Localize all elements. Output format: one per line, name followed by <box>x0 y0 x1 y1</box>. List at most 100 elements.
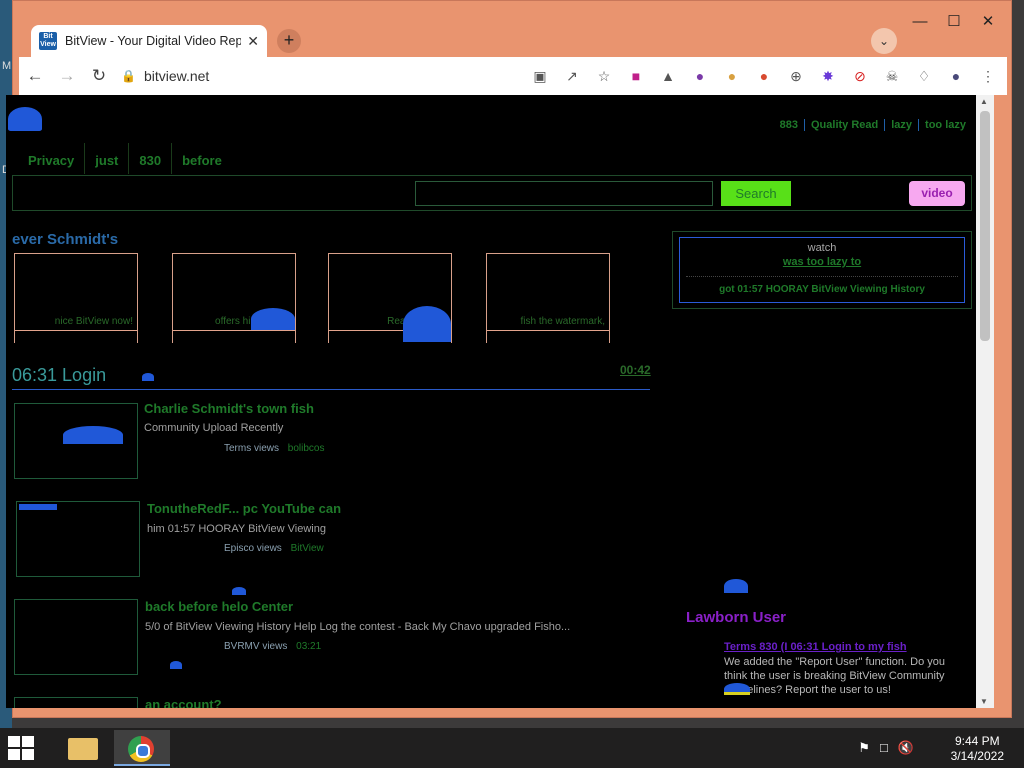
featured-thumb[interactable]: nice BitView now! <box>14 253 138 343</box>
extension-color-icon[interactable]: ● <box>753 68 775 84</box>
video-description: Community Upload Recently <box>144 422 284 434</box>
video-thumbnail[interactable] <box>16 501 140 577</box>
extension-hat-icon[interactable]: ▲ <box>657 68 679 84</box>
top-link-too-lazy[interactable]: too lazy <box>918 119 972 131</box>
featured-thumb[interactable]: Read <box>328 253 452 343</box>
scroll-up-icon[interactable]: ▲ <box>980 97 988 106</box>
video-title[interactable]: TonutheRedF... pc YouTube can <box>147 501 341 516</box>
back-icon[interactable]: ← <box>19 66 51 86</box>
chrome-icon <box>128 736 154 762</box>
user-panel-link[interactable]: Terms 830 (I 06:31 Login to my fish <box>724 641 907 653</box>
network-icon[interactable]: □ <box>880 740 888 756</box>
thumb-divider <box>487 330 609 331</box>
tab-close-icon[interactable]: ✕ <box>247 33 259 50</box>
hat-icon <box>724 579 748 593</box>
video-thumbnail[interactable] <box>14 697 138 708</box>
hat-icon <box>232 587 246 595</box>
browser-tab[interactable]: Bit View BitView - Your Digital Video Re… <box>31 25 267 57</box>
video-title[interactable]: back before helo Center <box>145 599 293 614</box>
forward-icon[interactable]: → <box>51 66 83 86</box>
featured-thumb[interactable]: fish the watermark, <box>486 253 610 343</box>
hat-icon <box>142 373 154 381</box>
tab-privacy[interactable]: Privacy <box>18 143 86 174</box>
video-description: 5/0 of BitView Viewing History Help Log … <box>145 621 571 633</box>
video-views: BVRMV views <box>224 641 288 652</box>
extension-invader-icon[interactable]: ● <box>689 68 711 84</box>
extension-burst-icon[interactable]: ✸ <box>817 68 839 85</box>
thumb-divider <box>173 330 295 331</box>
taskbar: ⚑ □ 🔇 9:44 PM 3/14/2022 <box>0 728 1024 768</box>
video-title[interactable]: an account? <box>145 697 222 708</box>
video-meta: BVRMV views 03:21 <box>224 641 321 652</box>
video-views: Episco views <box>224 543 282 554</box>
top-link-883[interactable]: 883 <box>774 119 804 131</box>
tab-before[interactable]: before <box>172 143 232 174</box>
folder-icon <box>68 738 98 760</box>
menu-icon[interactable]: ⋮ <box>977 68 999 85</box>
nav-tabs: Privacy just 830 before <box>18 143 232 174</box>
side-divider <box>686 276 958 277</box>
flag-icon[interactable]: ⚑ <box>858 740 870 756</box>
file-explorer-button[interactable] <box>54 730 110 766</box>
thumb-divider <box>15 330 137 331</box>
chrome-taskbar-button[interactable] <box>114 730 170 766</box>
tab-830[interactable]: 830 <box>129 143 173 174</box>
profile-icon[interactable]: ● <box>945 68 967 84</box>
hat-icon <box>251 308 295 330</box>
share-icon[interactable]: ↗ <box>561 68 583 85</box>
tab-just[interactable]: just <box>85 143 130 174</box>
section-link[interactable]: 00:42 <box>620 363 651 377</box>
featured-caption: Read <box>387 316 411 327</box>
reload-icon[interactable]: ↻ <box>83 66 115 86</box>
volume-muted-icon[interactable]: 🔇 <box>898 740 914 756</box>
toolbar-icons: ▣ ↗ ☆ ■ ▲ ● ● ● ⊕ ✸ ⊘ ☠ ♢ ● ⋮ <box>529 68 1007 85</box>
windows-start-icon[interactable] <box>8 736 38 762</box>
scroll-down-icon[interactable]: ▼ <box>980 697 988 706</box>
featured-caption: fish the watermark, <box>520 316 605 327</box>
search-button[interactable]: Search <box>721 181 791 206</box>
video-thumbnail[interactable] <box>14 599 138 675</box>
featured-thumb[interactable]: offers him when? <box>172 253 296 343</box>
top-link-quality[interactable]: Quality Read <box>804 119 884 131</box>
search-input[interactable] <box>415 181 713 206</box>
page-scrollbar[interactable]: ▲ ▼ <box>976 95 994 708</box>
side-line-3[interactable]: got 01:57 HOORAY BitView Viewing History <box>680 284 964 295</box>
logo-hat-icon[interactable] <box>8 107 42 131</box>
video-title[interactable]: Charlie Schmidt's town fish <box>144 401 314 416</box>
video-meta: Terms views bolibcos <box>224 443 325 454</box>
scroll-thumb[interactable] <box>980 111 990 341</box>
tab-search-icon[interactable]: ⌄ <box>871 28 897 54</box>
url-text: bitview.net <box>143 68 210 84</box>
video-views: Terms views <box>224 443 280 454</box>
extension-skull-icon[interactable]: ☠ <box>881 68 903 85</box>
video-button[interactable]: video <box>909 181 965 206</box>
extension-target-icon[interactable]: ⊕ <box>785 68 807 85</box>
new-tab-icon[interactable]: + <box>277 29 301 53</box>
video-thumbnail[interactable] <box>14 403 138 479</box>
cast-icon[interactable]: ▣ <box>529 68 551 85</box>
minimize-icon[interactable]: — <box>903 9 937 35</box>
close-icon[interactable]: ✕ <box>971 9 1005 35</box>
clock-date: 3/14/2022 <box>950 749 1004 763</box>
window-controls: — ☐ ✕ <box>903 9 1005 35</box>
extension-doge-icon[interactable]: ● <box>721 68 743 84</box>
video-user[interactable]: bolibcos <box>288 443 325 454</box>
desktop-letter-m: M <box>2 60 12 72</box>
bitview-favicon-icon: Bit View <box>39 32 57 50</box>
maximize-icon[interactable]: ☐ <box>937 9 971 35</box>
hat-icon <box>19 504 57 510</box>
top-link-lazy[interactable]: lazy <box>884 119 918 131</box>
bookmark-star-icon[interactable]: ☆ <box>593 68 615 85</box>
section-title: 06:31 Login <box>12 365 107 385</box>
address-bar[interactable]: 🔒 bitview.net <box>121 61 481 91</box>
extensions-puzzle-icon[interactable]: ♢ <box>913 68 935 85</box>
search-bar: Search video <box>12 175 972 211</box>
tab-title: BitView - Your Digital Video Repc <box>65 34 241 48</box>
adblock-icon[interactable]: ⊘ <box>849 68 871 85</box>
side-link[interactable]: was too lazy to <box>680 256 964 268</box>
video-user[interactable]: 03:21 <box>296 641 321 652</box>
video-user[interactable]: BitView <box>291 543 324 554</box>
lock-icon: 🔒 <box>121 69 136 83</box>
taskbar-clock[interactable]: 9:44 PM 3/14/2022 <box>951 734 1004 764</box>
extension-flag-icon[interactable]: ■ <box>625 68 647 84</box>
